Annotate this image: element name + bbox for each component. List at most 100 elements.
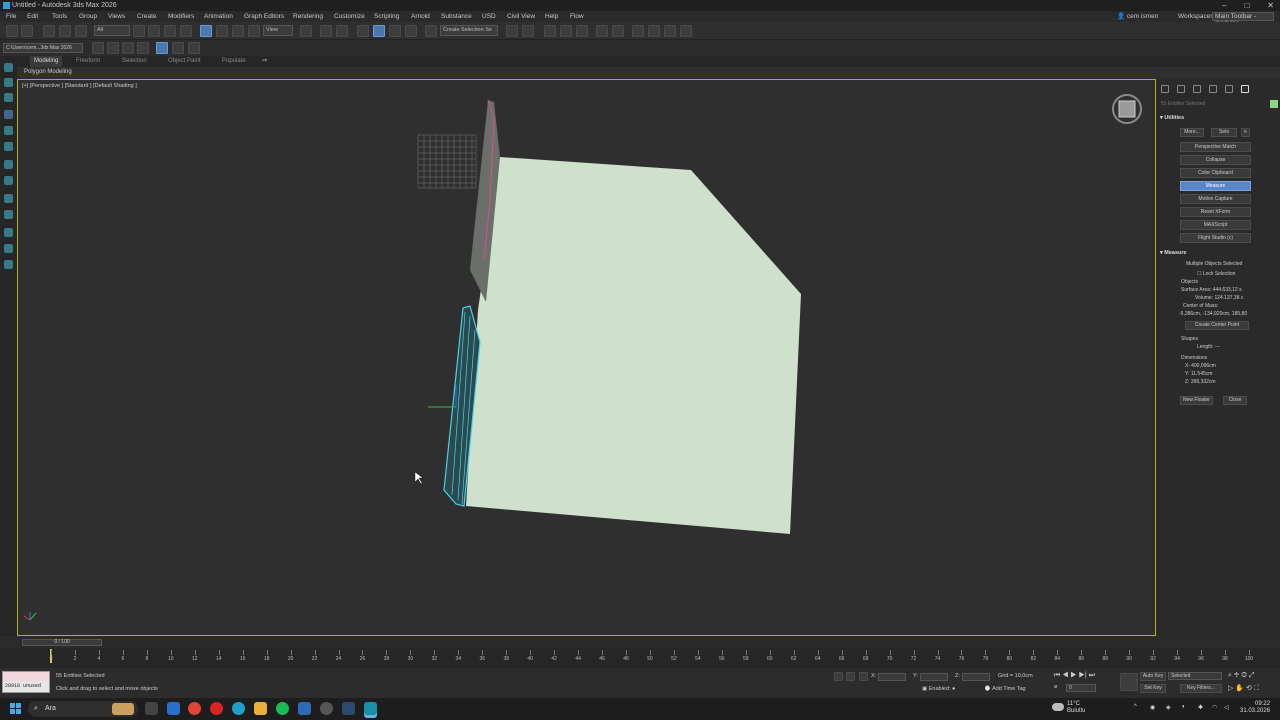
snap-target-icon[interactable] [188,42,200,54]
helpers-icon[interactable] [4,210,13,219]
spacewarps-icon[interactable] [4,228,13,237]
lock-selection-checkbox[interactable]: ☐ Lock Selection [1197,271,1235,277]
modify-icon[interactable] [4,93,13,102]
mirror-icon[interactable] [506,25,518,37]
viewport-layout-icon[interactable] [156,42,168,54]
tray-bluetooth-icon[interactable]: ✱ [1198,704,1203,711]
link-icon[interactable] [43,25,55,37]
menu-group[interactable]: Group [79,11,97,22]
add-time-tag-button[interactable]: ⌚ Add Time Tag [984,686,1026,692]
viewcube[interactable] [1112,94,1142,124]
perspective-match-button[interactable]: Perspective Match [1180,142,1251,152]
settings-gear-icon[interactable] [320,702,333,715]
lock-selection-icon[interactable] [846,672,855,681]
measure-rollout-header[interactable]: ▾ Measure [1160,250,1187,256]
windows-start-icon[interactable] [10,703,21,714]
object-color-swatch[interactable] [1270,100,1278,108]
maxscript-button[interactable]: MAXScript [1180,220,1251,230]
layer-explorer-icon[interactable] [560,25,572,37]
workspace-dropdown[interactable]: Main Toolbar - modular [1212,12,1274,27]
menu-animation[interactable]: Animation [204,11,233,22]
open-file-icon[interactable] [107,42,119,54]
rectangular-selection-icon[interactable] [164,25,176,37]
playback-controls[interactable]: ⏮ ◀ ▶ ▶| ⏭ [1054,672,1095,680]
modify-tab-icon[interactable] [1177,85,1185,93]
system-clock[interactable]: 09:22 31.03.2026 [1240,701,1270,715]
snap-icon[interactable] [4,110,13,119]
create-icon[interactable] [4,63,13,72]
snaps-toggle-icon[interactable] [357,25,369,37]
motion-tab-icon[interactable] [1209,85,1217,93]
adaptive-degradation-toggle[interactable]: ▣ Enabled: ● [922,686,955,692]
taskbar-search[interactable]: ⌕ Ara [28,701,138,717]
scene-explorer-icon[interactable] [544,25,556,37]
chrome-icon[interactable] [188,702,201,715]
spotify-icon[interactable] [276,702,289,715]
edit-named-selection-icon[interactable] [425,25,437,37]
wifi-icon[interactable]: ◠ [1212,704,1217,711]
close-button[interactable]: ✕ [1267,0,1274,11]
opera-icon[interactable] [210,702,223,715]
window-crossing-icon[interactable] [180,25,192,37]
minimize-button[interactable]: – [1222,0,1226,11]
ribbon-options-icon[interactable]: ▪▾ [262,56,267,67]
menu-views[interactable]: Views [108,11,125,22]
current-frame-field[interactable]: 0 [1066,684,1096,692]
grid-object[interactable] [417,134,477,189]
measure-button[interactable]: Measure [1180,181,1251,191]
isolate-icon[interactable] [172,42,184,54]
redo-icon[interactable] [21,25,33,37]
menu-customize[interactable]: Customize [334,11,365,22]
pivot-center-icon[interactable] [300,25,312,37]
key-mode-icon[interactable]: ⌀ [1054,684,1057,690]
tab-selection[interactable]: Selection [122,56,147,67]
more-button[interactable]: More... [1180,128,1204,137]
polygon-modeling-panel[interactable]: Polygon Modeling [24,67,72,78]
x-coordinate-field[interactable] [878,673,906,681]
menu-help[interactable]: Help [545,11,558,22]
color-clipboard-button[interactable]: Color Clipboard [1180,168,1251,178]
select-object-icon[interactable] [133,25,145,37]
select-by-name-icon[interactable] [148,25,160,37]
key-filter-dropdown[interactable]: Selected [1168,672,1222,680]
perspective-viewport[interactable]: [+] [Perspective ] [Standard ] [Default … [17,79,1156,636]
save-file-icon[interactable] [122,42,134,54]
new-scene-icon[interactable] [92,42,104,54]
geometry-icon[interactable] [4,160,13,169]
select-move-icon[interactable] [200,25,212,37]
select-icon[interactable] [4,78,13,87]
percent-snap-icon[interactable] [389,25,401,37]
menu-file[interactable]: File [6,11,16,22]
shapes-icon[interactable] [4,176,13,185]
display-tab-icon[interactable] [1225,85,1233,93]
tab-populate[interactable]: Populate [222,56,246,67]
bind-space-warp-icon[interactable] [75,25,87,37]
spinner-snap-icon[interactable] [405,25,417,37]
volume-icon[interactable]: ◁ [1224,704,1229,711]
utilities-tab-icon[interactable] [1241,85,1249,93]
maximize-button[interactable]: □ [1244,0,1249,11]
set-keys-icon[interactable] [1120,673,1138,691]
menu-modifiers[interactable]: Modifiers [168,11,194,22]
wall-slab[interactable] [466,157,801,534]
task-view-icon[interactable] [145,702,158,715]
named-selection-dropdown[interactable]: Create Selection Se [440,25,498,36]
render-production-icon[interactable] [680,25,692,37]
key-filters-button[interactable]: Key Filters... [1180,684,1222,693]
menu-tools[interactable]: Tools [52,11,67,22]
rotate-icon[interactable] [216,25,228,37]
ribbon-toggle-icon[interactable] [576,25,588,37]
menu-substance[interactable]: Substance [441,11,472,22]
orbit-navigation-icons[interactable]: ▷ ✋ ⟲ ⛶ [1228,684,1259,693]
undo-icon[interactable] [6,25,18,37]
pen-app-icon[interactable] [298,702,311,715]
scale-icon[interactable] [232,25,244,37]
menu-arnold[interactable]: Arnold [411,11,430,22]
light-icon[interactable] [4,126,13,135]
hierarchy-tab-icon[interactable] [1193,85,1201,93]
absolute-mode-icon[interactable] [859,672,868,681]
curve-editor-icon[interactable] [596,25,608,37]
reference-coordinate-dropdown[interactable]: View [263,25,293,36]
menu-edit[interactable]: Edit [27,11,38,22]
tab-modeling[interactable]: Modeling [30,56,63,67]
